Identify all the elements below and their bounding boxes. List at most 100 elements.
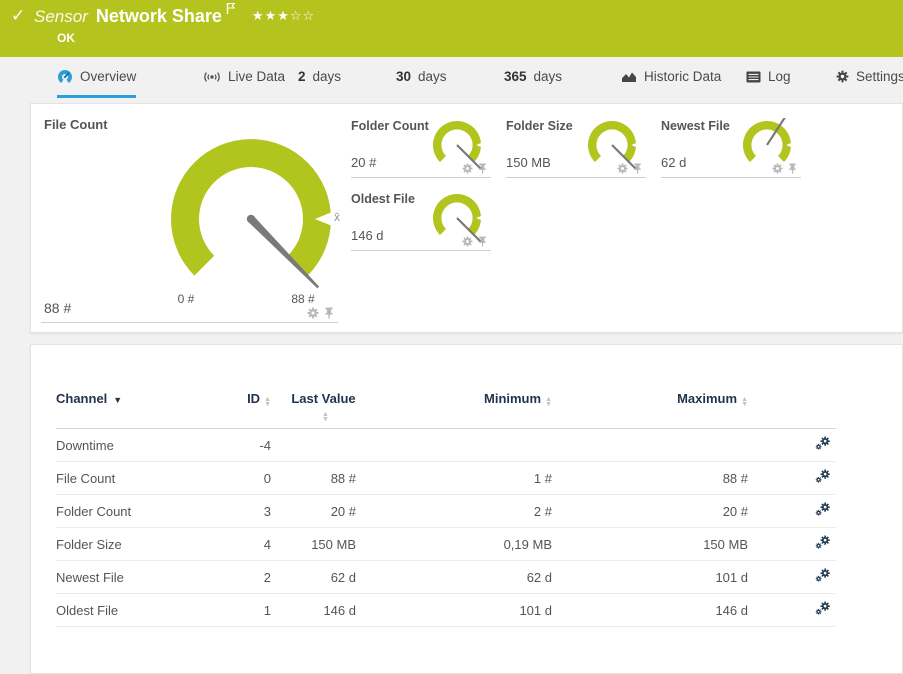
tab-settings[interactable]: Settings	[836, 57, 903, 96]
channel-minimum: 101 d	[356, 603, 552, 618]
gauge-folder-count: Folder Count 20 #	[351, 117, 491, 178]
sensor-status-header: ✓ Sensor Network Share ★★★☆☆ OK	[0, 0, 903, 57]
channel-settings-icon[interactable]	[815, 568, 831, 583]
log-list-icon	[746, 71, 761, 83]
channel-name: Folder Count	[56, 504, 216, 519]
page-title: Network Share	[96, 6, 222, 27]
gauge-value: 146 d	[351, 228, 384, 243]
sort-icon[interactable]: ▲▼	[741, 397, 748, 407]
gauge-folder-size: Folder Size 150 MB	[506, 117, 646, 178]
gauge-value: 150 MB	[506, 155, 551, 170]
table-row: Folder Count 3 20 # 2 # 20 #	[56, 495, 836, 528]
tab-label: Log	[768, 69, 791, 84]
pin-icon[interactable]	[477, 163, 488, 174]
tab-live-data[interactable]: Live Data	[203, 57, 285, 96]
tab-label: Settings	[856, 69, 903, 84]
area-chart-icon	[621, 70, 637, 83]
channel-name: Folder Size	[56, 537, 216, 552]
channel-last-value: 20 #	[271, 504, 356, 519]
channel-minimum: 2 #	[356, 504, 552, 519]
channel-id: 1	[216, 603, 271, 618]
tab-label: days	[534, 69, 563, 84]
channel-maximum: 146 d	[552, 603, 748, 618]
channel-id: -4	[216, 438, 271, 453]
gauges-panel: File Count x̄ 0 # 88 # 88 # Folder Count…	[30, 103, 903, 333]
gear-icon[interactable]	[462, 236, 473, 247]
channel-name: Oldest File	[56, 603, 216, 618]
tab-label: Historic Data	[644, 69, 721, 84]
tab-label: Overview	[80, 69, 136, 84]
table-row: Newest File 2 62 d 62 d 101 d	[56, 561, 836, 594]
gauge-title: Oldest File	[351, 192, 415, 206]
tab-bar: Overview Live Data 2 days 30 days 365 da…	[0, 57, 903, 98]
flag-icon[interactable]	[226, 2, 236, 20]
pin-icon[interactable]	[787, 163, 798, 174]
sort-icon[interactable]: ▲▼	[322, 412, 329, 422]
channel-id: 4	[216, 537, 271, 552]
pin-icon[interactable]	[477, 236, 488, 247]
gauge-title: Folder Count	[351, 119, 429, 133]
channel-name: Downtime	[56, 438, 216, 453]
mean-marker: x̄	[334, 210, 340, 224]
channels-panel: Channel▼ ID▲▼ Last Value▲▼ Minimum▲▼ Max…	[30, 344, 903, 674]
table-row: Folder Size 4 150 MB 0,19 MB 150 MB	[56, 528, 836, 561]
tab-label: Live Data	[228, 69, 285, 84]
gauge-newest-file: Newest File 62 d	[661, 117, 801, 178]
pin-icon[interactable]	[323, 307, 335, 319]
gear-icon[interactable]	[307, 307, 319, 319]
pin-icon[interactable]	[632, 163, 643, 174]
tab-2-days[interactable]: 2 days	[298, 57, 341, 96]
channel-maximum: 20 #	[552, 504, 748, 519]
gauge-icon	[57, 69, 73, 85]
gauge-title: Newest File	[661, 119, 730, 133]
channel-settings-icon[interactable]	[815, 502, 831, 517]
sort-desc-icon[interactable]: ▼	[113, 395, 122, 405]
channel-last-value: 62 d	[271, 570, 356, 585]
gauge-scale-min: 0 #	[161, 292, 211, 306]
channel-name: Newest File	[56, 570, 216, 585]
gear-icon[interactable]	[462, 163, 473, 174]
table-row: Oldest File 1 146 d 101 d 146 d	[56, 594, 836, 627]
gear-icon[interactable]	[772, 163, 783, 174]
channel-settings-icon[interactable]	[815, 601, 831, 616]
sort-icon[interactable]: ▲▼	[545, 397, 552, 407]
channel-name: File Count	[56, 471, 216, 486]
gauge-title: File Count	[44, 117, 108, 132]
channel-settings-icon[interactable]	[815, 469, 831, 484]
channel-id: 3	[216, 504, 271, 519]
tab-log[interactable]: Log	[746, 57, 791, 96]
column-header-last-value[interactable]: Last Value▲▼	[271, 391, 356, 422]
column-header-channel[interactable]: Channel▼	[56, 391, 216, 408]
channel-last-value: 88 #	[271, 471, 356, 486]
channel-id: 2	[216, 570, 271, 585]
tab-label: days	[313, 69, 342, 84]
channel-minimum: 1 #	[356, 471, 552, 486]
tab-overview[interactable]: Overview	[57, 57, 136, 96]
check-icon: ✓	[11, 6, 25, 26]
tab-label: days	[418, 69, 447, 84]
channel-settings-icon[interactable]	[815, 436, 831, 451]
column-header-maximum[interactable]: Maximum▲▼	[552, 391, 748, 407]
channel-settings-icon[interactable]	[815, 535, 831, 550]
tab-365-days[interactable]: 365 days	[504, 57, 562, 96]
column-header-minimum[interactable]: Minimum▲▼	[356, 391, 552, 407]
gauge-value: 20 #	[351, 155, 376, 170]
gauge-dial	[141, 129, 361, 309]
tab-historic-data[interactable]: Historic Data	[621, 57, 721, 96]
channel-last-value: 146 d	[271, 603, 356, 618]
table-row: Downtime -4	[56, 429, 836, 462]
tab-30-days[interactable]: 30 days	[396, 57, 447, 96]
gauge-file-count: File Count x̄ 0 # 88 # 88 #	[41, 110, 338, 323]
channel-minimum: 0,19 MB	[356, 537, 552, 552]
gear-icon[interactable]	[617, 163, 628, 174]
channel-maximum: 150 MB	[552, 537, 748, 552]
channels-table: Channel▼ ID▲▼ Last Value▲▼ Minimum▲▼ Max…	[56, 383, 836, 627]
live-data-icon	[203, 70, 221, 84]
column-header-id[interactable]: ID▲▼	[216, 391, 271, 407]
channel-minimum: 62 d	[356, 570, 552, 585]
status-badge: OK	[57, 31, 75, 45]
sort-icon[interactable]: ▲▼	[264, 397, 271, 407]
channel-maximum: 101 d	[552, 570, 748, 585]
priority-stars[interactable]: ★★★☆☆	[252, 8, 315, 24]
channel-maximum: 88 #	[552, 471, 748, 486]
